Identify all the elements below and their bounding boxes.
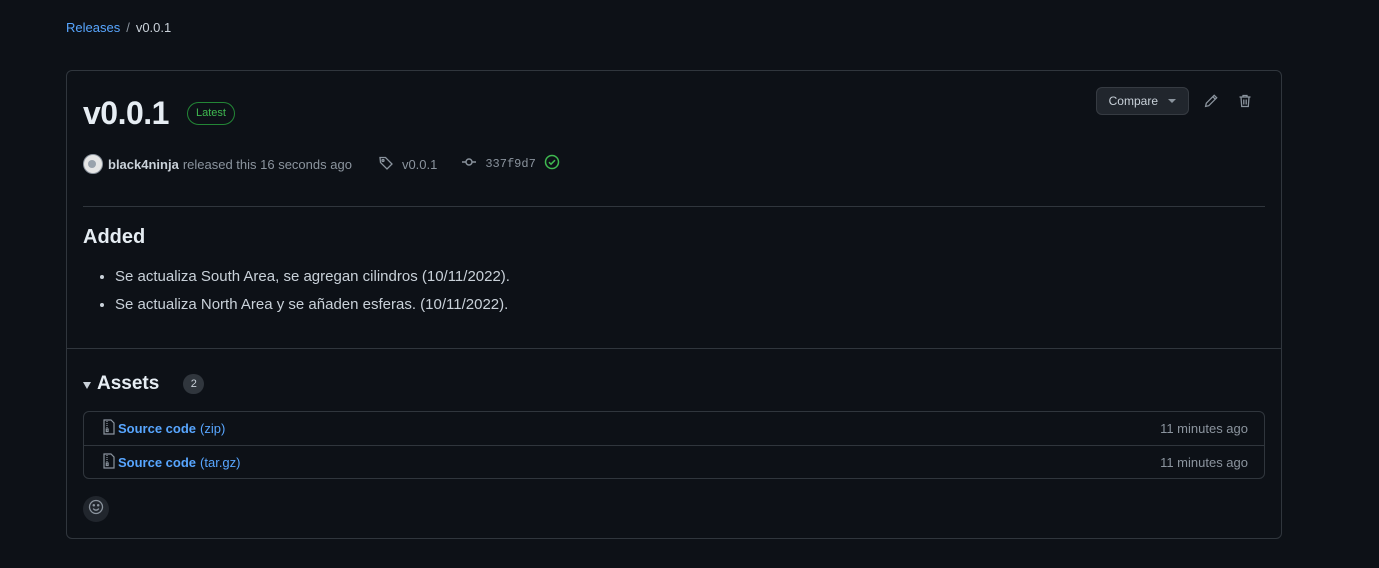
pencil-icon[interactable]	[1199, 89, 1223, 113]
asset-row: Source code (tar.gz) 11 minutes ago	[84, 445, 1264, 478]
tag-link[interactable]: v0.0.1	[378, 155, 437, 174]
breadcrumb-releases-link[interactable]: Releases	[66, 20, 120, 35]
release-actions: Compare	[1095, 87, 1257, 115]
release-title: v0.0.1	[83, 95, 169, 131]
asset-link-targz[interactable]: Source code (tar.gz)	[102, 452, 241, 472]
asset-name: Source code	[118, 421, 197, 436]
breadcrumb-current: v0.0.1	[135, 20, 172, 35]
compare-button[interactable]: Compare	[1095, 87, 1189, 115]
release-header: v0.0.1 Latest Compare black4ninja releas…	[83, 71, 1265, 349]
smiley-icon	[88, 499, 104, 520]
add-reaction-button[interactable]	[83, 496, 109, 522]
section-divider	[67, 348, 1281, 349]
asset-time: 11 minutes ago	[1160, 421, 1248, 436]
release-notes: Added Se actualiza South Area, se agrega…	[83, 226, 510, 319]
assets-toggle[interactable]: Assets 2	[83, 373, 205, 395]
release-title-row: v0.0.1 Latest	[83, 95, 235, 132]
breadcrumb-separator: /	[126, 20, 130, 35]
notes-list: Se actualiza South Area, se agregan cili…	[83, 263, 510, 319]
file-zip-icon	[102, 452, 116, 472]
assets-title: Assets	[97, 373, 160, 394]
asset-link-zip[interactable]: Source code (zip)	[102, 419, 225, 438]
tag-icon	[378, 155, 394, 174]
chevron-down-icon	[1168, 99, 1176, 103]
tag-name: v0.0.1	[401, 156, 438, 172]
asset-time: 11 minutes ago	[1160, 454, 1248, 470]
compare-label: Compare	[1108, 94, 1158, 108]
release-meta: black4ninja released this 16 seconds ago…	[83, 154, 560, 174]
file-zip-icon	[102, 419, 116, 438]
avatar[interactable]	[83, 154, 103, 174]
trash-icon[interactable]	[1233, 89, 1257, 113]
author-link[interactable]: black4ninja	[108, 157, 179, 172]
asset-ext: (tar.gz)	[200, 454, 241, 470]
asset-ext: (zip)	[200, 421, 226, 436]
breadcrumb: Releases / v0.0.1	[66, 20, 171, 35]
asset-name: Source code	[118, 454, 197, 470]
asset-row: Source code (zip) 11 minutes ago	[84, 412, 1264, 445]
release-card: v0.0.1 Latest Compare black4ninja releas…	[66, 70, 1282, 539]
list-item: Se actualiza South Area, se agregan cili…	[115, 263, 510, 291]
list-item: Se actualiza North Area y se añaden esfe…	[115, 291, 510, 319]
assets-count-badge: 2	[183, 374, 205, 394]
asset-list: Source code (zip) 11 minutes ago Source …	[83, 411, 1265, 479]
commit-link[interactable]: 337f9d7	[461, 154, 560, 174]
latest-badge: Latest	[186, 102, 235, 125]
check-circle-icon	[544, 154, 560, 174]
header-divider	[83, 206, 1265, 207]
git-commit-icon	[461, 154, 477, 174]
notes-heading: Added	[83, 226, 146, 248]
triangle-down-icon	[83, 381, 91, 389]
commit-sha: 337f9d7	[485, 157, 536, 171]
released-text: released this 16 seconds ago	[182, 156, 352, 172]
